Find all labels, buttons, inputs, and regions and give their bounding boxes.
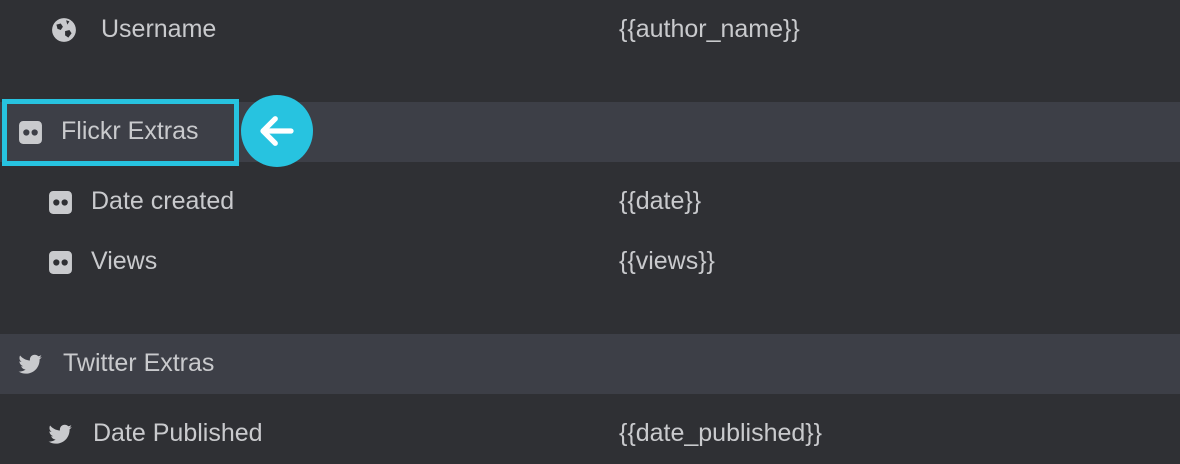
field-value-username: {{author_name}} — [619, 15, 800, 43]
field-row-username[interactable]: Username {{author_name}} — [0, 0, 1180, 60]
field-label-views: Views — [91, 247, 158, 275]
field-value-views: {{views}} — [619, 247, 715, 275]
highlight-frame — [2, 99, 239, 166]
field-value-date-created: {{date}} — [619, 187, 702, 215]
field-value-date-published: {{date_published}} — [619, 419, 822, 447]
field-row-views[interactable]: Views {{views}} — [0, 232, 1180, 292]
arrow-left-icon — [256, 110, 298, 152]
flickr-icon — [47, 249, 73, 275]
field-label-date-created: Date created — [91, 187, 235, 215]
field-row-date-created[interactable]: Date created {{date}} — [0, 172, 1180, 232]
section-header-twitter[interactable]: Twitter Extras — [0, 334, 1180, 394]
field-label-date-published: Date Published — [93, 419, 263, 447]
callout-badge — [241, 95, 313, 167]
flickr-icon — [47, 189, 73, 215]
twitter-icon — [47, 421, 73, 447]
globe-icon — [51, 17, 77, 43]
field-row-date-published[interactable]: Date Published {{date_published}} — [0, 404, 1180, 464]
twitter-icon — [17, 351, 43, 377]
field-label-username: Username — [101, 15, 217, 43]
section-title-twitter: Twitter Extras — [63, 349, 215, 377]
